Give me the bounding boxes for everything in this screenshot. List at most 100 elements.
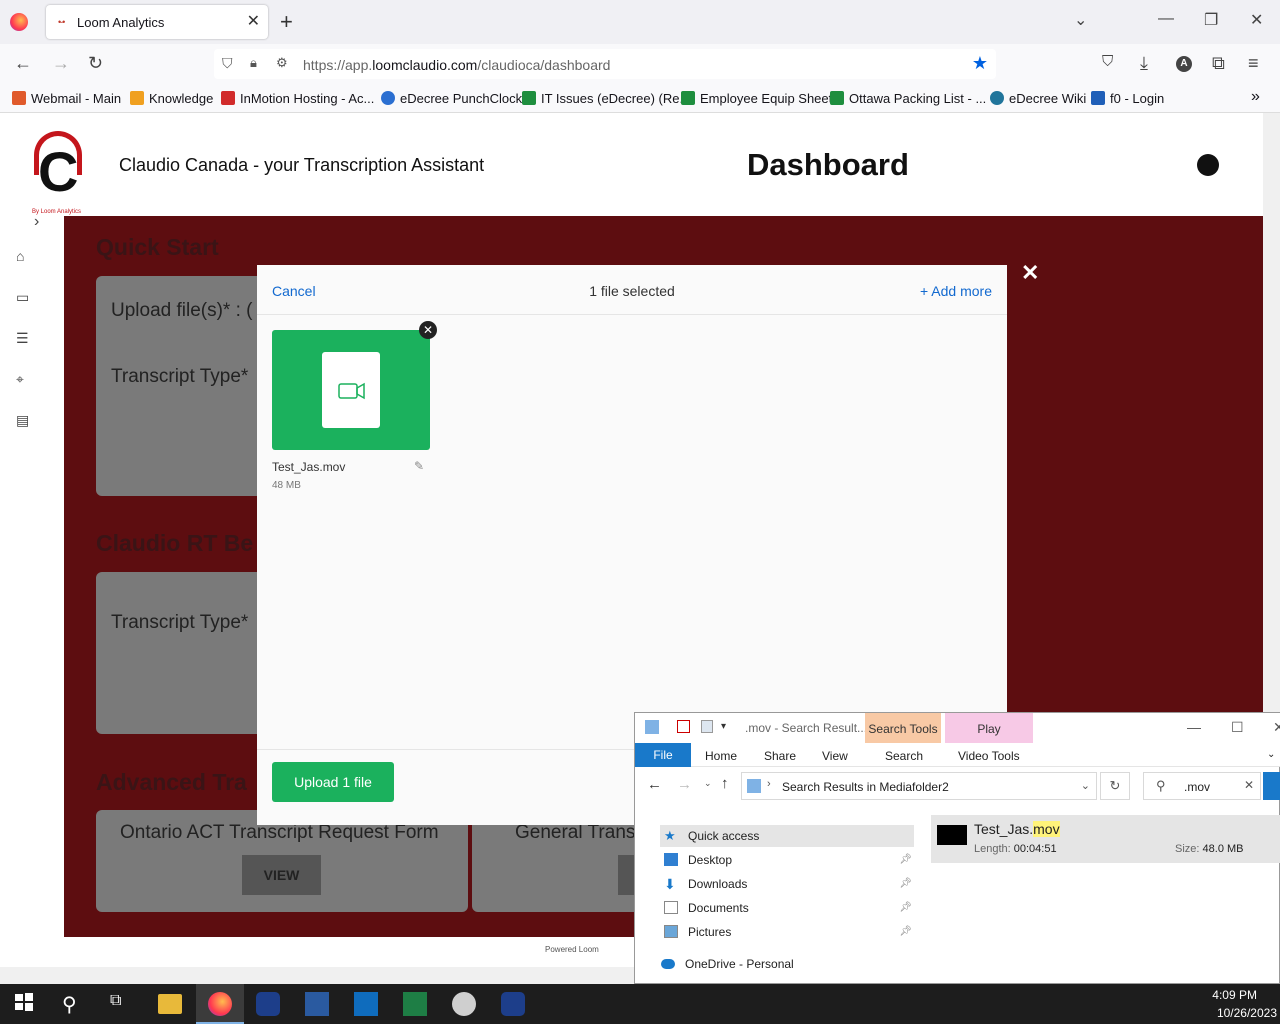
sidebar-expand-icon[interactable]: › bbox=[34, 213, 39, 231]
lock-icon[interactable]: 🔒︎ bbox=[250, 55, 257, 71]
ribbon-tab-search[interactable]: Search bbox=[885, 749, 923, 763]
restore-icon[interactable]: ❐ bbox=[1204, 10, 1218, 30]
bookmark-item[interactable]: f0 - Login bbox=[1091, 91, 1164, 106]
webex-icon[interactable] bbox=[256, 992, 280, 1016]
bookmark-star-icon[interactable]: ★ bbox=[972, 53, 988, 74]
recent-locations-icon[interactable]: ⌄ bbox=[704, 778, 712, 789]
nav-desktop[interactable]: Desktop 📌︎ bbox=[660, 849, 914, 871]
modal-close-icon[interactable]: ✕ bbox=[1021, 260, 1039, 286]
outlook-icon[interactable] bbox=[354, 992, 378, 1016]
search-go-icon[interactable] bbox=[1263, 772, 1280, 800]
excel-icon[interactable] bbox=[403, 992, 427, 1016]
pin-icon[interactable]: 📌︎ bbox=[899, 921, 912, 943]
up-icon[interactable]: ↑ bbox=[721, 775, 729, 792]
tab-close-icon[interactable]: ✕ bbox=[247, 11, 260, 31]
window-close-icon[interactable]: ✕ bbox=[1250, 10, 1263, 30]
bookmark-item[interactable]: Webmail - Main bbox=[12, 91, 121, 106]
forward-icon[interactable]: → bbox=[52, 53, 70, 74]
bookmark-item[interactable]: Ottawa Packing List - ... bbox=[830, 91, 986, 106]
add-more-button[interactable]: + Add more bbox=[920, 283, 992, 299]
account-icon[interactable]: A bbox=[1176, 56, 1192, 72]
explorer-search-input[interactable]: ⚲ .mov ✕ bbox=[1143, 772, 1261, 800]
new-folder-icon[interactable] bbox=[701, 720, 713, 733]
tag-icon[interactable]: ⌖ bbox=[16, 371, 34, 387]
extensions-icon[interactable]: ⧉ bbox=[1212, 53, 1225, 74]
list-tabs-icon[interactable]: ⌄ bbox=[1074, 10, 1087, 30]
ribbon-tab-file[interactable]: File bbox=[635, 743, 691, 767]
address-dropdown-icon[interactable]: ⌄ bbox=[1081, 779, 1090, 792]
firefox-icon[interactable] bbox=[10, 13, 28, 31]
list-icon[interactable]: ☰ bbox=[16, 330, 34, 346]
permissions-icon[interactable]: ⚙ bbox=[276, 55, 288, 71]
new-tab-icon[interactable]: + bbox=[280, 9, 293, 35]
bookmark-item[interactable]: eDecree PunchClock bbox=[381, 91, 522, 106]
modal-header: Cancel 1 file selected + Add more bbox=[257, 265, 1007, 315]
bookmarks-overflow-icon[interactable]: » bbox=[1251, 88, 1260, 106]
minimize-icon[interactable]: — bbox=[1158, 10, 1174, 28]
back-icon[interactable]: ← bbox=[14, 53, 32, 74]
webex-meetings-icon[interactable] bbox=[501, 992, 525, 1016]
file-thumbnail bbox=[272, 330, 430, 450]
bookmark-item[interactable]: IT Issues (eDecree) (Re... bbox=[522, 91, 690, 106]
menu-icon[interactable]: ≡ bbox=[1248, 53, 1259, 74]
document-icon[interactable]: ▤ bbox=[16, 412, 34, 428]
pin-icon[interactable]: 📌︎ bbox=[899, 849, 912, 871]
edit-pencil-icon[interactable]: ✎ bbox=[414, 459, 424, 473]
powered-by-text: Powered Loom bbox=[545, 945, 599, 954]
paint-icon[interactable] bbox=[452, 992, 476, 1016]
user-icon[interactable] bbox=[1197, 154, 1219, 176]
explorer-close-icon[interactable]: ✕ bbox=[1273, 719, 1280, 736]
start-windows-icon[interactable] bbox=[14, 992, 38, 1016]
clock-date[interactable]: 10/26/2023 bbox=[1217, 1006, 1277, 1020]
ribbon-tab-view[interactable]: View bbox=[822, 749, 848, 763]
file-explorer-icon[interactable] bbox=[158, 994, 182, 1014]
address-path: Search Results in Mediafolder2 bbox=[782, 780, 949, 794]
clear-search-icon[interactable]: ✕ bbox=[1244, 778, 1254, 792]
url-bar[interactable]: ⛉ 🔒︎ ⚙ https://app.loomclaudio.com/claud… bbox=[214, 49, 996, 79]
download-arrow-icon: ⬇ bbox=[664, 876, 676, 892]
view-button[interactable]: VIEW bbox=[242, 855, 321, 895]
nav-pictures[interactable]: Pictures 📌︎ bbox=[660, 921, 914, 943]
pin-icon[interactable]: 📌︎ bbox=[899, 873, 912, 895]
pin-icon[interactable]: 📌︎ bbox=[899, 897, 912, 919]
task-view-icon[interactable]: ⧉ bbox=[110, 992, 134, 1016]
desktop-icon bbox=[664, 853, 678, 866]
nav-quick-access[interactable]: ★ Quick access bbox=[660, 825, 914, 847]
nav-documents[interactable]: Documents 📌︎ bbox=[660, 897, 914, 919]
powershell-icon[interactable] bbox=[305, 992, 329, 1016]
pocket-icon[interactable]: ⛉ bbox=[1102, 53, 1113, 70]
explorer-back-icon[interactable]: ← bbox=[647, 776, 662, 793]
taskbar-search-icon[interactable]: ⚲ bbox=[62, 992, 86, 1016]
expand-ribbon-icon[interactable]: ⌄ bbox=[1267, 749, 1275, 760]
store-icon[interactable]: ⌂ bbox=[16, 248, 34, 264]
remove-file-icon[interactable]: ✕ bbox=[419, 321, 437, 339]
properties-icon[interactable] bbox=[677, 720, 690, 733]
bookmark-favicon-icon bbox=[1091, 91, 1105, 105]
ontario-form-title: Ontario ACT Transcript Request Form bbox=[120, 822, 439, 843]
ribbon-tab-home[interactable]: Home bbox=[705, 749, 737, 763]
result-size: Size: 48.0 MB bbox=[1175, 843, 1244, 855]
ribbon-tab-video-tools[interactable]: Video Tools bbox=[958, 749, 1020, 763]
monitor-icon[interactable]: ▭ bbox=[16, 289, 34, 305]
explorer-minimize-icon[interactable]: — bbox=[1187, 719, 1201, 735]
search-result-item[interactable]: Test_Jas.mov Length: 00:04:51 Size: 48.0… bbox=[931, 815, 1280, 863]
bookmark-item[interactable]: InMotion Hosting - Ac... bbox=[221, 91, 374, 106]
explorer-forward-icon[interactable]: → bbox=[677, 776, 692, 793]
clock-time[interactable]: 4:09 PM bbox=[1212, 988, 1257, 1002]
firefox-taskbar-icon[interactable] bbox=[196, 984, 244, 1024]
bookmark-item[interactable]: Employee Equip Sheet bbox=[681, 91, 832, 106]
shield-icon[interactable]: ⛉ bbox=[222, 55, 233, 72]
nav-downloads[interactable]: ⬇ Downloads 📌︎ bbox=[660, 873, 914, 895]
bookmark-item[interactable]: Knowledge bbox=[130, 91, 213, 106]
reload-icon[interactable]: ↻ bbox=[88, 53, 103, 74]
bookmark-item[interactable]: eDecree Wiki bbox=[990, 91, 1086, 106]
browser-tab[interactable]: •‑• Loom Analytics ✕ bbox=[46, 5, 268, 39]
nav-onedrive[interactable]: OneDrive - Personal bbox=[657, 953, 911, 975]
upload-button[interactable]: Upload 1 file bbox=[272, 762, 394, 802]
downloads-icon[interactable]: ⤓ bbox=[1140, 53, 1148, 74]
refresh-icon[interactable]: ↻ bbox=[1100, 772, 1130, 800]
ribbon-tab-share[interactable]: Share bbox=[764, 749, 796, 763]
customize-qat-icon[interactable]: ▾ bbox=[721, 721, 726, 732]
explorer-maximize-icon[interactable]: ☐ bbox=[1231, 719, 1244, 736]
address-bar[interactable]: › Search Results in Mediafolder2 ⌄ bbox=[741, 772, 1097, 800]
